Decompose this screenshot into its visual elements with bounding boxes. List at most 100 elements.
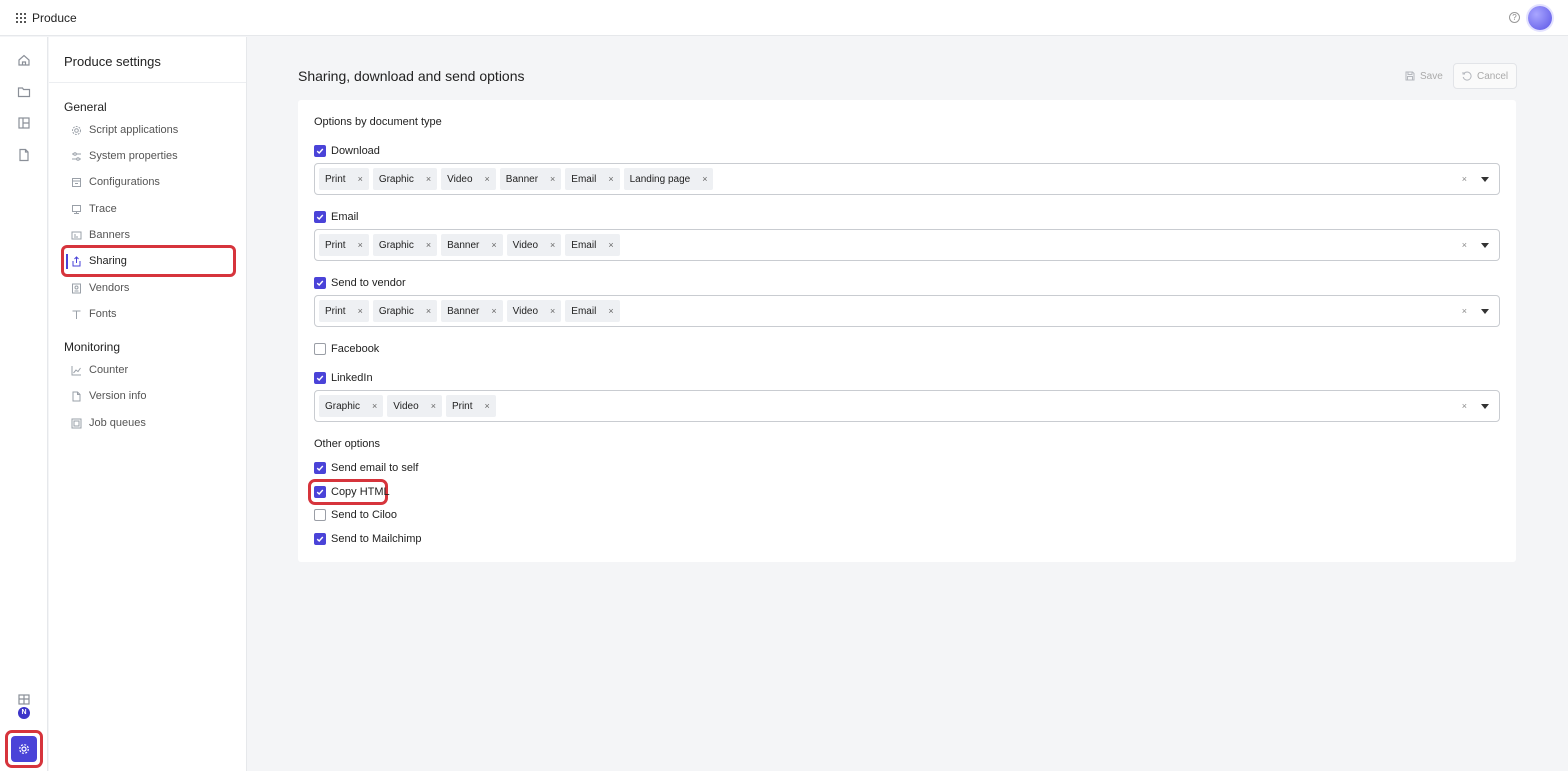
- close-icon[interactable]: ×: [358, 240, 363, 250]
- app-name[interactable]: Produce: [32, 11, 77, 25]
- tag-chip: Graphic ×: [372, 168, 438, 190]
- send-to-ciloo-checkbox[interactable]: [314, 508, 326, 521]
- tag-label: Email: [571, 305, 597, 317]
- close-icon[interactable]: ×: [426, 240, 431, 250]
- select-controls: ×: [1462, 401, 1495, 411]
- tag-label: Banner: [447, 239, 480, 251]
- document-icon[interactable]: [17, 148, 31, 162]
- close-icon[interactable]: ×: [485, 401, 490, 411]
- tag-label: Print: [325, 239, 346, 251]
- send-to-ciloo-row[interactable]: Send to Ciloo: [314, 508, 397, 521]
- settings-button[interactable]: [11, 736, 37, 762]
- download-types-select[interactable]: Print × Graphic × Video × Banner × Email × La…: [314, 163, 1500, 195]
- sidebar-item-banners[interactable]: Banners: [71, 227, 130, 243]
- email-checkbox-row[interactable]: Email: [314, 210, 359, 223]
- send-to-mailchimp-row[interactable]: Send to Mailchimp: [314, 532, 422, 545]
- copy-html-row[interactable]: Copy HTML: [314, 485, 390, 498]
- facebook-checkbox[interactable]: [314, 342, 326, 355]
- close-icon[interactable]: ×: [372, 401, 377, 411]
- tag-label: Banner: [505, 173, 539, 185]
- linkedin-label: LinkedIn: [331, 371, 373, 384]
- download-checkbox[interactable]: [314, 144, 326, 157]
- copy-html-checkbox[interactable]: [314, 485, 326, 498]
- close-icon[interactable]: ×: [550, 174, 555, 184]
- download-checkbox-row[interactable]: Download: [314, 144, 380, 157]
- facebook-checkbox-row[interactable]: Facebook: [314, 342, 379, 355]
- clear-icon[interactable]: ×: [1462, 306, 1467, 316]
- close-icon[interactable]: ×: [550, 306, 555, 316]
- sidebar-item-vendors[interactable]: Vendors: [71, 280, 129, 296]
- clear-icon[interactable]: ×: [1462, 401, 1467, 411]
- help-icon[interactable]: ?: [1509, 12, 1520, 23]
- settings-highlight: [5, 730, 43, 768]
- close-icon[interactable]: ×: [550, 240, 555, 250]
- sidebar-item-version-info[interactable]: Version info: [71, 388, 146, 404]
- clear-icon[interactable]: ×: [1462, 174, 1467, 184]
- close-icon[interactable]: ×: [608, 240, 613, 250]
- close-icon[interactable]: ×: [702, 174, 707, 184]
- avatar[interactable]: [1528, 5, 1552, 30]
- chevron-down-icon[interactable]: [1481, 176, 1489, 182]
- select-controls: ×: [1462, 240, 1495, 250]
- sidebar-item-fonts[interactable]: Fonts: [71, 306, 117, 322]
- sidebar-item-job-queues[interactable]: Job queues: [71, 415, 146, 431]
- close-icon[interactable]: ×: [491, 306, 496, 316]
- tag-chip: Graphic ×: [372, 300, 438, 322]
- send-email-to-self-label: Send email to self: [331, 461, 419, 474]
- workspace-user[interactable]: N: [16, 693, 32, 721]
- close-icon[interactable]: ×: [491, 240, 496, 250]
- other-options-heading: Other options: [314, 438, 381, 450]
- close-icon[interactable]: ×: [358, 174, 363, 184]
- folder-icon[interactable]: [17, 85, 31, 99]
- close-icon[interactable]: ×: [608, 174, 613, 184]
- close-icon[interactable]: ×: [431, 401, 436, 411]
- send-email-to-self-row[interactable]: Send email to self: [314, 461, 418, 474]
- config-icon: [71, 177, 82, 188]
- close-icon[interactable]: ×: [485, 174, 490, 184]
- send-to-vendor-label: Send to vendor: [331, 276, 406, 289]
- sidebar-item-counter[interactable]: Counter: [71, 362, 128, 378]
- close-icon[interactable]: ×: [608, 306, 613, 316]
- check-icon: [316, 465, 324, 471]
- chevron-down-icon[interactable]: [1481, 308, 1489, 314]
- tag-label: Graphic: [378, 239, 414, 251]
- sidebar-item-trace[interactable]: Trace: [71, 201, 117, 217]
- tag-label: Banner: [447, 305, 480, 317]
- select-controls: ×: [1462, 174, 1495, 184]
- sidebar-item-script-applications[interactable]: Script applications: [71, 122, 178, 138]
- close-icon[interactable]: ×: [426, 306, 431, 316]
- layout-icon[interactable]: [17, 116, 31, 130]
- tag-label: Video: [447, 173, 473, 185]
- chevron-down-icon[interactable]: [1481, 403, 1489, 409]
- save-button[interactable]: Save: [1396, 63, 1452, 89]
- clear-icon[interactable]: ×: [1462, 240, 1467, 250]
- linkedin-types-select[interactable]: Graphic × Video × Print × ×: [314, 390, 1500, 422]
- sidebar-item-sharing[interactable]: Sharing: [71, 253, 127, 269]
- close-icon[interactable]: ×: [358, 306, 363, 316]
- sidebar-item-label: Banners: [89, 229, 130, 241]
- chevron-down-icon[interactable]: [1481, 242, 1489, 248]
- tag-label: Print: [451, 400, 473, 412]
- sidebar-item-label: Counter: [89, 364, 129, 376]
- top-bar: Produce ?: [0, 0, 1568, 36]
- send-to-vendor-types-select[interactable]: Print × Graphic × Banner × Video × Email × ×: [314, 295, 1500, 327]
- send-email-to-self-checkbox[interactable]: [314, 461, 326, 474]
- cancel-button[interactable]: Cancel: [1453, 63, 1518, 89]
- sidebar-item-configurations[interactable]: Configurations: [71, 174, 160, 190]
- app-grid-icon[interactable]: [16, 12, 26, 23]
- email-checkbox[interactable]: [314, 210, 326, 223]
- send-to-mailchimp-checkbox[interactable]: [314, 532, 326, 545]
- save-label: Save: [1420, 70, 1443, 82]
- email-types-select[interactable]: Print × Graphic × Banner × Video × Email × ×: [314, 229, 1500, 261]
- send-to-mailchimp-label: Send to Mailchimp: [331, 532, 422, 545]
- sidebar-item-label: Sharing: [89, 255, 127, 267]
- linkedin-checkbox-row[interactable]: LinkedIn: [314, 371, 373, 384]
- send-to-vendor-checkbox[interactable]: [314, 276, 326, 289]
- sidebar-item-label: Job queues: [89, 417, 146, 429]
- linkedin-checkbox[interactable]: [314, 371, 326, 384]
- tag-chip: Print ×: [319, 234, 369, 256]
- home-icon[interactable]: [17, 53, 31, 67]
- send-to-vendor-checkbox-row[interactable]: Send to vendor: [314, 276, 406, 289]
- sidebar-item-system-properties[interactable]: System properties: [71, 148, 178, 164]
- close-icon[interactable]: ×: [426, 174, 431, 184]
